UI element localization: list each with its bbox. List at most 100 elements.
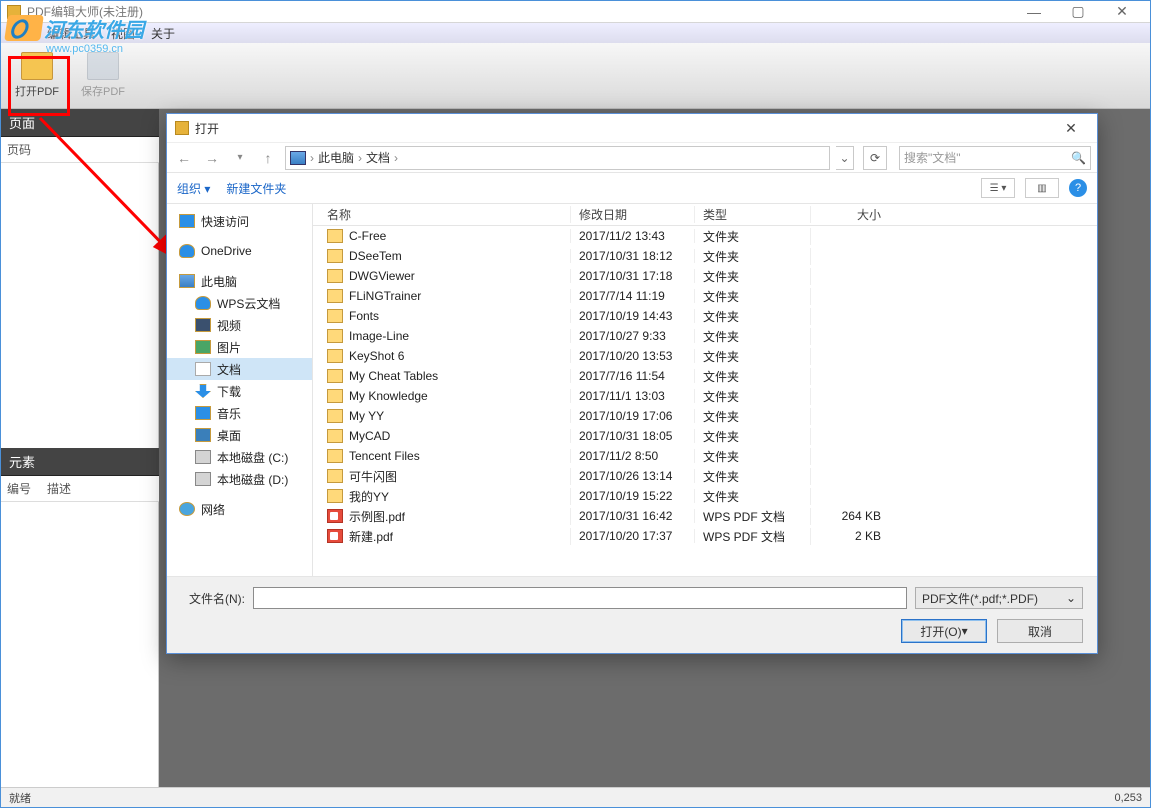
tree-pictures[interactable]: 图片 <box>167 336 312 358</box>
file-row[interactable]: C-Free 2017/11/2 13:43 文件夹 <box>313 226 1097 246</box>
file-date: 2017/10/20 13:53 <box>571 349 695 363</box>
file-date: 2017/11/1 13:03 <box>571 389 695 403</box>
file-type: 文件夹 <box>695 268 811 285</box>
nav-back-button[interactable]: ← <box>173 147 195 169</box>
file-row[interactable]: DSeeTem 2017/10/31 18:12 文件夹 <box>313 246 1097 266</box>
pc-icon <box>179 274 195 288</box>
refresh-button[interactable]: ⟳ <box>863 146 887 170</box>
file-date: 2017/10/20 17:37 <box>571 529 695 543</box>
file-name: DSeeTem <box>349 249 402 263</box>
view-mode-button[interactable]: ☰ ▾ <box>981 178 1015 198</box>
status-left: 就绪 <box>1 790 39 806</box>
filename-label: 文件名(N): <box>181 590 245 607</box>
help-button[interactable]: ? <box>1069 179 1087 197</box>
statusbar: 就绪 0,253 <box>1 787 1150 807</box>
file-type: 文件夹 <box>695 328 811 345</box>
tree-downloads[interactable]: 下载 <box>167 380 312 402</box>
file-row[interactable]: Fonts 2017/10/19 14:43 文件夹 <box>313 306 1097 326</box>
file-name: DWGViewer <box>349 269 415 283</box>
tree-network[interactable]: 网络 <box>167 498 312 520</box>
file-row[interactable]: MyCAD 2017/10/31 18:05 文件夹 <box>313 426 1097 446</box>
file-row[interactable]: 可牛闪图 2017/10/26 13:14 文件夹 <box>313 466 1097 486</box>
col-name[interactable]: 名称 <box>313 206 571 223</box>
filetype-select[interactable]: PDF文件(*.pdf;*.PDF) ⌄ <box>915 587 1083 609</box>
tree-desktop[interactable]: 桌面 <box>167 424 312 446</box>
tree-onedrive[interactable]: OneDrive <box>167 240 312 262</box>
menu-about[interactable]: 关于 <box>151 25 175 42</box>
file-row[interactable]: 示例图.pdf 2017/10/31 16:42 WPS PDF 文档 264 … <box>313 506 1097 526</box>
col-size[interactable]: 大小 <box>811 206 891 223</box>
filename-input[interactable] <box>253 587 907 609</box>
file-row[interactable]: 新建.pdf 2017/10/20 17:37 WPS PDF 文档 2 KB <box>313 526 1097 546</box>
file-type: WPS PDF 文档 <box>695 508 811 525</box>
file-type: 文件夹 <box>695 488 811 505</box>
folder-icon <box>327 289 343 303</box>
breadcrumb-root[interactable]: 此电脑 <box>318 149 354 166</box>
save-icon <box>87 52 119 80</box>
dialog-navbar: ← → ▾ ↑ › 此电脑 › 文档 › ⌄ ⟳ 搜索"文档" 🔍 <box>167 142 1097 172</box>
chevron-right-icon: › <box>394 151 398 165</box>
file-type: 文件夹 <box>695 248 811 265</box>
file-type: 文件夹 <box>695 288 811 305</box>
file-row[interactable]: My Cheat Tables 2017/7/16 11:54 文件夹 <box>313 366 1097 386</box>
file-row[interactable]: DWGViewer 2017/10/31 17:18 文件夹 <box>313 266 1097 286</box>
chevron-right-icon: › <box>358 151 362 165</box>
new-folder-button[interactable]: 新建文件夹 <box>226 180 286 197</box>
file-name: C-Free <box>349 229 386 243</box>
tree-documents[interactable]: 文档 <box>167 358 312 380</box>
tree-video[interactable]: 视频 <box>167 314 312 336</box>
file-name: MyCAD <box>349 429 390 443</box>
cancel-button[interactable]: 取消 <box>997 619 1083 643</box>
chevron-right-icon: › <box>310 151 314 165</box>
preview-pane-button[interactable]: ▥ <box>1025 178 1059 198</box>
dialog-close-button[interactable]: ✕ <box>1053 120 1089 137</box>
nav-up-button[interactable]: ↑ <box>257 147 279 169</box>
open-button[interactable]: 打开(O) ▾ <box>901 619 987 643</box>
network-icon <box>179 502 195 516</box>
breadcrumb[interactable]: › 此电脑 › 文档 › <box>285 146 830 170</box>
music-icon <box>195 406 211 420</box>
folder-icon <box>327 269 343 283</box>
file-list: 名称 修改日期 类型 大小 C-Free 2017/11/2 13:43 文件夹… <box>313 204 1097 576</box>
folder-icon <box>327 489 343 503</box>
file-size: 264 KB <box>811 509 891 523</box>
tree-wps[interactable]: WPS云文档 <box>167 292 312 314</box>
nav-recent-button[interactable]: ▾ <box>229 147 251 169</box>
file-type: 文件夹 <box>695 368 811 385</box>
nav-forward-button[interactable]: → <box>201 147 223 169</box>
file-name: 可牛闪图 <box>349 468 397 485</box>
tree-quick-access[interactable]: 快速访问 <box>167 210 312 232</box>
file-row[interactable]: My Knowledge 2017/11/1 13:03 文件夹 <box>313 386 1097 406</box>
search-input[interactable]: 搜索"文档" 🔍 <box>899 146 1091 170</box>
file-row[interactable]: 我的YY 2017/10/19 15:22 文件夹 <box>313 486 1097 506</box>
close-button[interactable]: ✕ <box>1100 2 1144 22</box>
open-file-dialog: 打开 ✕ ← → ▾ ↑ › 此电脑 › 文档 › ⌄ ⟳ 搜索"文档" 🔍 组… <box>166 113 1098 654</box>
elements-panel-header: 元素 <box>1 448 159 476</box>
breadcrumb-folder[interactable]: 文档 <box>366 149 390 166</box>
disk-icon <box>195 450 211 464</box>
tree-disk-d[interactable]: 本地磁盘 (D:) <box>167 468 312 490</box>
file-row[interactable]: KeyShot 6 2017/10/20 13:53 文件夹 <box>313 346 1097 366</box>
file-date: 2017/10/31 17:18 <box>571 269 695 283</box>
minimize-button[interactable]: — <box>1012 2 1056 22</box>
menubar: 文件 编辑工具 视图 关于 <box>1 23 1150 43</box>
tree-disk-c[interactable]: 本地磁盘 (C:) <box>167 446 312 468</box>
file-row[interactable]: Image-Line 2017/10/27 9:33 文件夹 <box>313 326 1097 346</box>
col-date[interactable]: 修改日期 <box>571 206 695 223</box>
tree-this-pc[interactable]: 此电脑 <box>167 270 312 292</box>
col-type[interactable]: 类型 <box>695 206 811 223</box>
file-row[interactable]: My YY 2017/10/19 17:06 文件夹 <box>313 406 1097 426</box>
file-type: 文件夹 <box>695 308 811 325</box>
file-date: 2017/10/31 18:12 <box>571 249 695 263</box>
dialog-button-row: 打开(O) ▾ 取消 <box>181 619 1083 643</box>
tree-music[interactable]: 音乐 <box>167 402 312 424</box>
file-type: 文件夹 <box>695 428 811 445</box>
dialog-icon <box>175 121 189 135</box>
breadcrumb-dropdown[interactable]: ⌄ <box>836 146 854 170</box>
file-list-header: 名称 修改日期 类型 大小 <box>313 204 1097 226</box>
file-type: 文件夹 <box>695 468 811 485</box>
organize-button[interactable]: 组织 ▾ <box>177 180 210 197</box>
maximize-button[interactable]: ▢ <box>1056 2 1100 22</box>
file-row[interactable]: Tencent Files 2017/11/2 8:50 文件夹 <box>313 446 1097 466</box>
file-row[interactable]: FLiNGTrainer 2017/7/14 11:19 文件夹 <box>313 286 1097 306</box>
